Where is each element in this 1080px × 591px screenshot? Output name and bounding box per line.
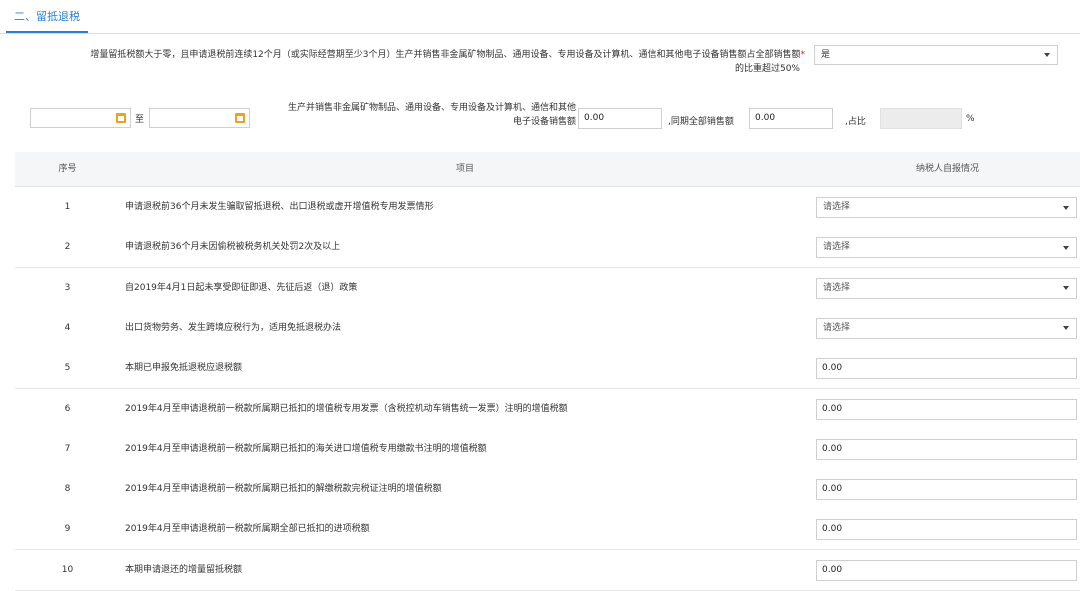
row-seq: 8 <box>64 484 71 495</box>
row-declare-value: 请选择 <box>823 322 851 333</box>
eligibility-answer-value: 是 <box>821 50 831 60</box>
row-item-text: 2019年4月至申请退税前一税款所属期已抵扣的解缴税款完税证注明的增值税额 <box>125 484 442 495</box>
sales-label-line2: 电子设备销售额 <box>512 117 576 127</box>
row-declare-select[interactable]: 请选择 <box>816 317 1077 339</box>
row-item-text: 申请退税前36个月未因偷税被税务机关处罚2次及以上 <box>125 242 341 253</box>
row-item-text: 2019年4月至申请退税前一税款所属期全部已抵扣的进项税额 <box>125 524 370 535</box>
row-declare-input[interactable]: 0.00 <box>816 479 1077 501</box>
ratio-readonly-field <box>880 108 962 129</box>
date-to-input[interactable] <box>149 108 250 128</box>
table-row: 7 2019年4月至申请退税前一税款所属期已抵扣的海关进口增值税专用缴款书注明的增… <box>15 428 1080 470</box>
sales-amount-input[interactable]: 0.00 <box>578 108 662 129</box>
row-seq: 10 <box>61 564 74 575</box>
row-item-text: 本期申请退还的增量留抵税额 <box>125 564 243 575</box>
row-declare-input[interactable]: 0.00 <box>816 398 1077 420</box>
calendar-icon[interactable] <box>235 113 245 123</box>
sales-label-line1: 生产并销售非金属矿物制品、通用设备、专用设备及计算机、通信和其他 <box>287 103 576 113</box>
table-row: 6 2019年4月至申请退税前一税款所属期已抵扣的增值税专用发票（含税控机动车销售… <box>15 388 1080 430</box>
total-sales-input[interactable]: 0.00 <box>749 108 833 129</box>
row-seq: 4 <box>64 322 71 333</box>
row-seq: 5 <box>64 363 71 374</box>
header-declare: 纳税人自报情况 <box>915 164 979 174</box>
row-item-text: 2019年4月至申请退税前一税款所属期已抵扣的海关进口增值税专用缴款书注明的增值… <box>125 443 487 454</box>
row-declare-input[interactable]: 0.00 <box>816 358 1077 380</box>
row-declare-select[interactable]: 请选择 <box>816 237 1077 259</box>
total-sales-label: ,同期全部销售额 <box>668 117 734 127</box>
table-row: 4 出口货物劳务、发生跨境应税行为，适用免抵退税办法 请选择 <box>15 307 1080 349</box>
row-declare-value: 请选择 <box>823 202 851 212</box>
table-header: 序号 项目 纳税人自报情况 <box>15 152 1080 187</box>
chevron-down-icon <box>1044 53 1050 57</box>
tab-retained-credit-refund[interactable]: 二、留抵退税 <box>6 0 88 33</box>
table-row: 3 自2019年4月1日起未享受即征即退、先征后返（退）政策 请选择 <box>15 267 1080 309</box>
row-item-text: 本期已申报免抵退税应退税额 <box>125 363 243 374</box>
sales-amount-label: 生产并销售非金属矿物制品、通用设备、专用设备及计算机、通信和其他 电子设备销售额 <box>255 101 576 129</box>
table-row: 9 2019年4月至申请退税前一税款所属期全部已抵扣的进项税额 0.00 <box>15 509 1080 551</box>
row-seq: 6 <box>64 403 71 414</box>
question-line1: 增量留抵税额大于零，且申请退税前连续12个月（或实际经营期至少3个月）生产并销售… <box>90 50 801 60</box>
table-row: 5 本期已申报免抵退税应退税额 0.00 <box>15 348 1080 390</box>
row-item-text: 自2019年4月1日起未享受即征即退、先征后返（退）政策 <box>125 282 358 293</box>
row-declare-value: 请选择 <box>823 282 851 293</box>
row-declare-select[interactable]: 请选择 <box>816 197 1077 218</box>
row-seq: 7 <box>64 443 71 454</box>
row-seq: 9 <box>64 524 71 535</box>
date-range-separator: 至 <box>135 115 145 125</box>
row-item-text: 申请退税前36个月未发生骗取留抵退税、出口退税或虚开增值税专用发票情形 <box>125 202 434 212</box>
row-declare-input[interactable]: 0.00 <box>816 519 1077 541</box>
percent-sign: % <box>966 114 975 124</box>
row-seq: 3 <box>64 282 71 293</box>
chevron-down-icon <box>1063 205 1069 210</box>
row-declare-input[interactable]: 0.00 <box>816 438 1077 460</box>
row-declare-select[interactable]: 请选择 <box>816 277 1077 299</box>
row-declare-value: 请选择 <box>823 242 851 253</box>
ratio-label: ,占比 <box>845 117 866 127</box>
table-row: 2 申请退税前36个月未因偷税被税务机关处罚2次及以上 请选择 <box>15 227 1080 269</box>
chevron-down-icon <box>1063 326 1069 331</box>
row-item-text: 出口货物劳务、发生跨境应税行为，适用免抵退税办法 <box>125 322 342 333</box>
row-seq: 2 <box>64 242 71 253</box>
table-row: 8 2019年4月至申请退税前一税款所属期已抵扣的解缴税款完税证注明的增值税额 0.… <box>15 469 1080 511</box>
calendar-icon[interactable] <box>116 113 126 123</box>
section-tab-bar: 二、留抵退税 <box>0 0 1080 34</box>
eligibility-question: 增量留抵税额大于零，且申请退税前连续12个月（或实际经营期至少3个月）生产并销售… <box>30 48 805 76</box>
eligibility-answer-select[interactable]: 是 <box>814 45 1058 65</box>
required-mark: * <box>800 50 806 60</box>
row-seq: 1 <box>64 202 71 212</box>
row-item-text: 2019年4月至申请退税前一税款所属期已抵扣的增值税专用发票（含税控机动车销售统… <box>125 403 568 414</box>
question-line2: 的比重超过50% <box>734 64 800 74</box>
table-row: 1 申请退税前36个月未发生骗取留抵退税、出口退税或虚开增值税专用发票情形 请选择 <box>15 187 1080 228</box>
row-declare-input[interactable]: 0.00 <box>816 559 1077 581</box>
header-seq: 序号 <box>58 164 77 174</box>
header-item: 项目 <box>455 164 474 174</box>
table-row: 10 本期申请退还的增量留抵税额 0.00 <box>15 549 1080 591</box>
chevron-down-icon <box>1063 286 1069 291</box>
chevron-down-icon <box>1063 245 1069 250</box>
date-from-input[interactable] <box>30 108 131 128</box>
